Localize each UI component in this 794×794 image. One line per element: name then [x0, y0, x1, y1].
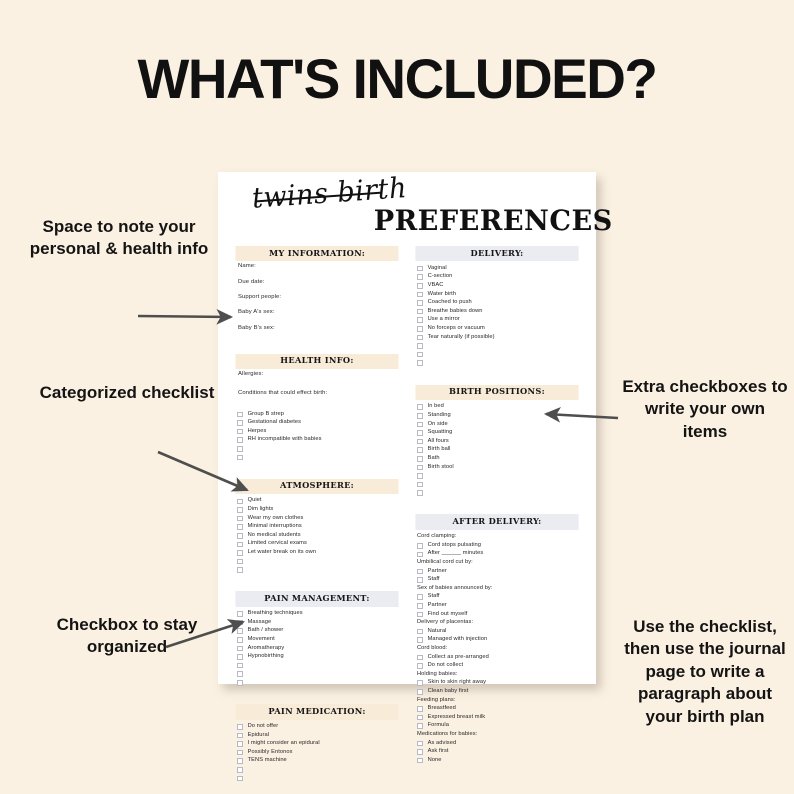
poster-canvas: WHAT'S INCLUDED? twins birth PREFERENCES…	[0, 0, 794, 794]
arrow-left-1	[137, 309, 234, 325]
arrow-left-2	[157, 450, 249, 492]
arrow-left-3	[165, 619, 245, 649]
annotation-arrows	[137, 309, 619, 649]
arrow-right-1	[543, 407, 619, 423]
